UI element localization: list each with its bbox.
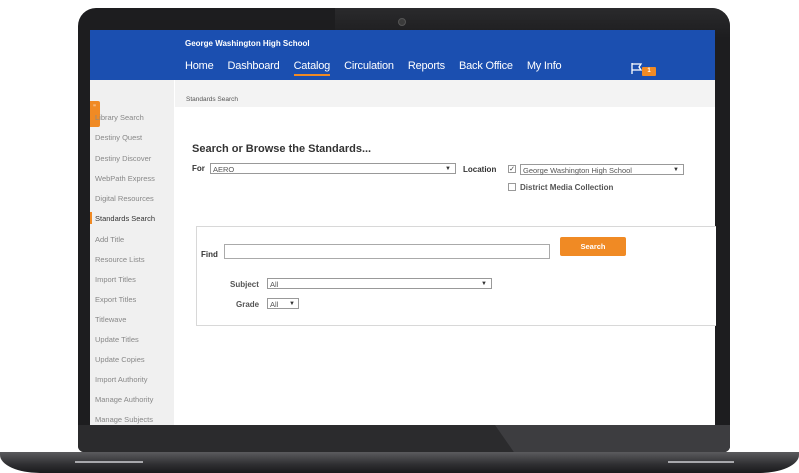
location-select[interactable]: George Washington High School ▼: [520, 164, 684, 175]
sidebar-item-update-copies[interactable]: Update Copies: [95, 355, 145, 364]
search-button[interactable]: Search: [560, 237, 626, 256]
sidebar-item-add-title[interactable]: Add Title: [95, 235, 124, 244]
sidebar-item-import-authority[interactable]: Import Authority: [95, 375, 148, 384]
camera-icon: [398, 18, 406, 26]
sidebar-item-titlewave[interactable]: Titlewave: [95, 315, 126, 324]
nav-back-office[interactable]: Back Office: [459, 60, 513, 76]
grade-select[interactable]: All ▼: [267, 298, 299, 309]
chevron-down-icon: ▼: [289, 301, 295, 307]
location-value: George Washington High School: [523, 166, 632, 175]
sidebar-item-manage-authority[interactable]: Manage Authority: [95, 395, 153, 404]
top-header: George Washington High School Home Dashb…: [90, 30, 715, 80]
for-label: For: [192, 164, 205, 173]
nav-home[interactable]: Home: [185, 60, 214, 76]
location-checkbox[interactable]: ✓: [508, 165, 516, 173]
standards-for-select[interactable]: AERO ▼: [210, 163, 456, 174]
breadcrumb: Standards Search: [186, 96, 239, 103]
sidebar-item-destiny-discover[interactable]: Destiny Discover: [95, 154, 151, 163]
laptop-base-line-left: [75, 461, 143, 463]
subject-value: All: [270, 280, 279, 289]
sidebar-item-destiny-quest[interactable]: Destiny Quest: [95, 133, 142, 142]
grade-label: Grade: [236, 300, 260, 309]
find-input[interactable]: [224, 244, 550, 259]
breadcrumb-bar: [175, 80, 715, 107]
nav-catalog[interactable]: Catalog: [293, 60, 330, 76]
school-name: George Washington High School: [185, 39, 310, 48]
page-title: Search or Browse the Standards...: [192, 143, 372, 155]
sidebar-selected-marker: [90, 212, 92, 224]
laptop-chin-highlight: [495, 425, 730, 452]
grade-value: All: [270, 300, 279, 309]
find-label: Find: [201, 250, 218, 259]
laptop-base-line-right: [668, 461, 734, 463]
sidebar: [90, 80, 174, 425]
sidebar-item-update-titles[interactable]: Update Titles: [95, 335, 139, 344]
nav-dashboard[interactable]: Dashboard: [228, 60, 280, 76]
subject-select[interactable]: All ▼: [267, 278, 492, 289]
nav-circulation[interactable]: Circulation: [344, 60, 394, 76]
sidebar-item-webpath-express[interactable]: WebPath Express: [95, 174, 155, 183]
sidebar-item-manage-subjects[interactable]: Manage Subjects: [95, 415, 153, 424]
subject-label: Subject: [230, 280, 259, 289]
sidebar-item-resource-lists[interactable]: Resource Lists: [95, 255, 145, 264]
sidebar-item-import-titles[interactable]: Import Titles: [95, 275, 136, 284]
district-checkbox[interactable]: [508, 183, 516, 191]
nav-reports[interactable]: Reports: [408, 60, 445, 76]
sidebar-item-export-titles[interactable]: Export Titles: [95, 295, 136, 304]
nav-my-info[interactable]: My Info: [527, 60, 562, 76]
sidebar-item-library-search[interactable]: Library Search: [95, 113, 144, 122]
notification-badge[interactable]: 1: [642, 67, 656, 76]
main-nav: Home Dashboard Catalog Circulation Repor…: [185, 60, 575, 76]
chevron-down-icon: ▼: [481, 281, 487, 287]
sidebar-item-standards-search[interactable]: Standards Search: [95, 214, 155, 223]
district-label: District Media Collection: [520, 183, 614, 192]
standards-for-value: AERO: [213, 165, 235, 174]
chevron-down-icon: ▼: [445, 166, 451, 172]
location-label: Location: [463, 165, 497, 174]
find-panel: [196, 226, 716, 326]
sidebar-item-digital-resources[interactable]: Digital Resources: [95, 194, 154, 203]
chevron-down-icon: ▼: [673, 167, 679, 173]
